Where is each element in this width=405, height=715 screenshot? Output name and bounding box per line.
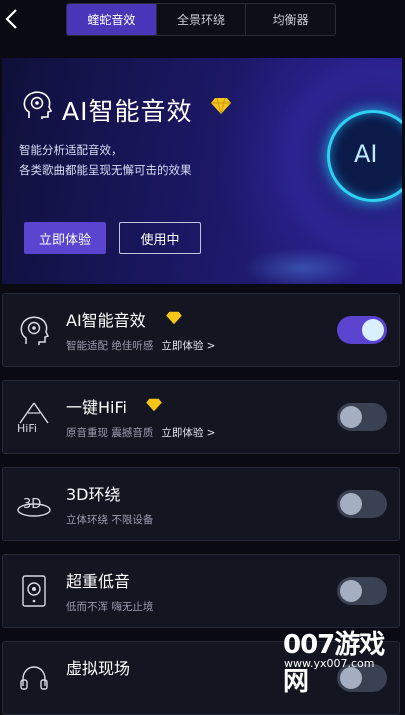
tab-viper-sound[interactable]: 蝰蛇音效 — [67, 4, 157, 35]
card-super-bass[interactable]: 超重低音 低而不浑 嗨无止境 — [2, 554, 400, 628]
hifi-icon: HiFi — [17, 402, 49, 435]
card-sub-text: 立体环绕 不限设备 — [66, 514, 154, 526]
tab-equalizer[interactable]: 均衡器 — [246, 4, 335, 35]
card-subtitle: 智能适配 绝佳听感 立即体验 > — [66, 338, 215, 353]
headphones-icon — [20, 666, 48, 690]
hero-sparkle — [242, 248, 362, 284]
toggle-knob — [340, 580, 362, 602]
ai-head-icon — [20, 316, 50, 345]
tab-bar: 蝰蛇音效 全景环绕 均衡器 — [66, 3, 336, 36]
card-title: 超重低音 — [66, 572, 131, 591]
card-title: AI智能音效 — [66, 311, 146, 330]
tab-panoramic-surround[interactable]: 全景环绕 — [157, 4, 247, 35]
watermark-url: www.yx007.com — [284, 657, 375, 670]
toggle-super-bass[interactable] — [337, 577, 387, 605]
hero-desc-line-2: 各类歌曲都能呈现无懈可击的效果 — [19, 163, 192, 177]
ai-disc-label: AI — [354, 140, 378, 168]
back-arrow-icon[interactable] — [2, 6, 24, 32]
try-now-button[interactable]: 立即体验 — [24, 222, 106, 254]
hero-desc-line-1: 智能分析适配音效， — [19, 143, 123, 157]
diamond-icon — [211, 97, 231, 115]
hero-title: AI智能音效 — [62, 97, 193, 126]
card-sub-text: 低而不浑 嗨无止境 — [66, 601, 154, 613]
card-hifi[interactable]: HiFi 一键HiFi 原音重现 震撼音质 立即体验 > — [2, 380, 400, 454]
toggle-hifi[interactable] — [337, 403, 387, 431]
in-use-button[interactable]: 使用中 — [119, 222, 201, 254]
hero-description: 智能分析适配音效， 各类歌曲都能呈现无懈可击的效果 — [19, 140, 192, 180]
card-title: 一键HiFi — [66, 398, 127, 417]
toggle-knob — [340, 493, 362, 515]
card-subtitle: 低而不浑 嗨无止境 — [66, 599, 153, 614]
try-now-link[interactable]: 立即体验 > — [161, 427, 215, 439]
toggle-ai-sound[interactable] — [337, 316, 387, 344]
speaker-icon — [22, 575, 46, 607]
card-sub-text: 原音重现 震撼音质 — [66, 427, 154, 439]
card-3d-surround[interactable]: 3D 3D环绕 立体环绕 不限设备 — [2, 467, 400, 541]
card-title: 3D环绕 — [66, 485, 121, 504]
card-ai-sound[interactable]: AI智能音效 智能适配 绝佳听感 立即体验 > — [2, 293, 400, 367]
top-bar: 蝰蛇音效 全景环绕 均衡器 — [0, 0, 405, 40]
3d-icon: 3D — [17, 497, 51, 517]
svg-text:HiFi: HiFi — [17, 422, 37, 435]
svg-text:3D: 3D — [23, 497, 41, 512]
try-now-link[interactable]: 立即体验 > — [161, 340, 215, 352]
ai-head-icon — [23, 91, 53, 119]
card-title: 虚拟现场 — [66, 659, 131, 678]
diamond-icon — [146, 398, 162, 412]
diamond-icon — [166, 311, 182, 325]
toggle-knob — [340, 406, 362, 428]
card-sub-text: 智能适配 绝佳听感 — [66, 340, 154, 352]
toggle-knob — [362, 319, 384, 341]
card-subtitle: 立体环绕 不限设备 — [66, 512, 153, 527]
toggle-3d-surround[interactable] — [337, 490, 387, 518]
card-subtitle: 原音重现 震撼音质 立即体验 > — [66, 425, 215, 440]
